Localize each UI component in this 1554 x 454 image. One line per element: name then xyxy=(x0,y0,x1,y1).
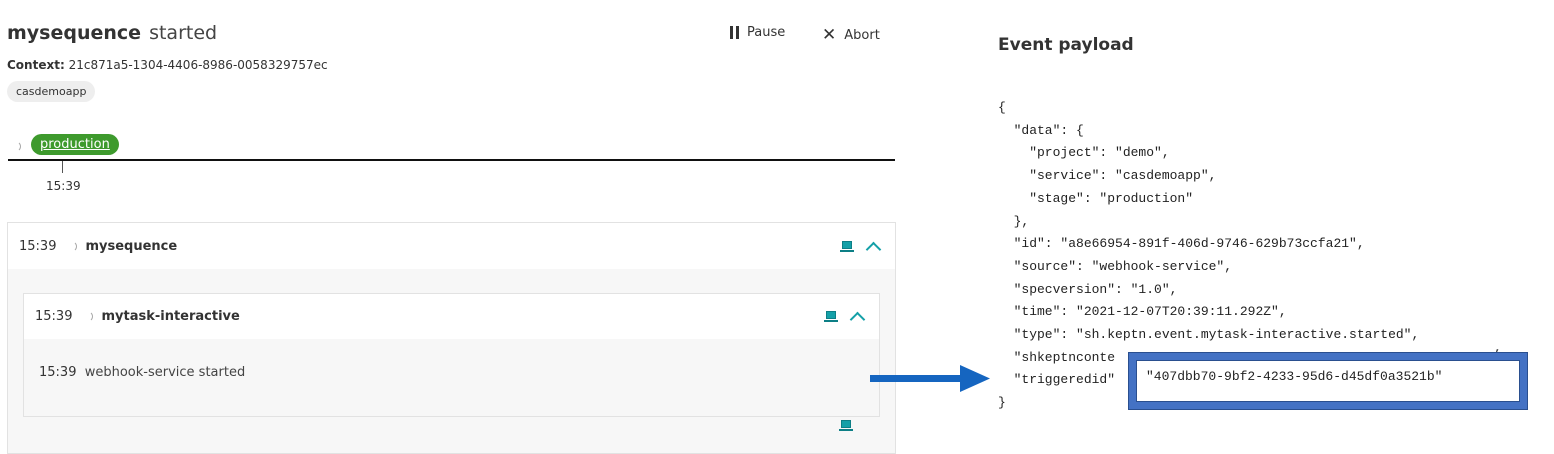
context-label: Context: xyxy=(7,58,65,72)
payload-line: "type": "sh.keptn.event.mytask-interacti… xyxy=(998,327,1420,343)
sequence-state: started xyxy=(149,22,218,44)
arrow-shaft xyxy=(870,375,962,382)
loading-spinner-icon xyxy=(82,311,94,322)
event-text: webhook-service started xyxy=(84,365,246,380)
row-time: 15:39 xyxy=(39,365,77,380)
pause-icon xyxy=(730,26,739,39)
timeline-tick xyxy=(62,161,63,173)
task-row[interactable]: 15:39 mytask-interactive xyxy=(24,294,879,339)
payload-line: "service": "casdemoapp", xyxy=(998,168,1217,184)
row-time: 15:39 xyxy=(35,309,73,324)
pause-button[interactable]: Pause xyxy=(730,25,785,40)
arrow-icon xyxy=(870,365,990,392)
row-time: 15:39 xyxy=(19,238,57,254)
task-card: 15:39 mytask-interactive 15:39 webhook-s… xyxy=(23,293,880,431)
close-icon: ✕ xyxy=(822,25,837,45)
payload-line: "project": "demo", xyxy=(998,145,1170,161)
timeline xyxy=(8,159,895,161)
abort-button[interactable]: ✕ Abort xyxy=(822,25,880,45)
loading-spinner-icon xyxy=(66,240,78,252)
pause-label: Pause xyxy=(747,25,786,40)
abort-label: Abort xyxy=(844,27,880,43)
view-payload-icon[interactable] xyxy=(840,240,854,252)
payload-line: }, xyxy=(998,213,1030,229)
chevron-up-icon[interactable] xyxy=(849,311,866,328)
sequence-title: mysequence started xyxy=(7,22,217,44)
triggeredid-highlight: "407dbb70-9bf2-4233-95d6-d45df0a3521b" xyxy=(1129,353,1527,409)
timeline-time: 15:39 xyxy=(46,179,81,193)
row-name: mysequence xyxy=(85,238,178,254)
payload-line: "specversion": "1.0", xyxy=(998,281,1178,297)
row-name: mytask-interactive xyxy=(101,309,240,324)
loading-spinner-icon xyxy=(10,141,21,152)
event-row: 15:39 webhook-service started xyxy=(39,365,245,380)
payload-line: "data": { xyxy=(998,122,1084,138)
sequence-name: mysequence xyxy=(7,22,142,44)
payload-line: "time": "2021-12-07T20:39:11.292Z", xyxy=(998,304,1287,320)
context: Context: 21c871a5-1304-4406-8986-0058329… xyxy=(7,58,328,72)
arrow-head xyxy=(960,365,990,392)
view-payload-icon[interactable] xyxy=(839,420,853,431)
view-payload-icon[interactable] xyxy=(824,311,838,322)
service-chip: casdemoapp xyxy=(7,81,96,102)
chevron-up-icon[interactable] xyxy=(865,241,882,257)
payload-line: "id": "a8e66954-891f-406d-9746-629b73ccf… xyxy=(998,236,1365,252)
stage-link-production[interactable]: production xyxy=(31,134,119,155)
payload-line: "stage": "production" xyxy=(998,190,1194,206)
payload-line: "source": "webhook-service", xyxy=(998,258,1233,274)
payload-title: Event payload xyxy=(998,35,1134,55)
payload-line: { xyxy=(998,100,1006,115)
sequence-card: 15:39 mysequence 15:39 mytask-interactiv… xyxy=(7,222,896,454)
triggeredid-value: "407dbb70-9bf2-4233-95d6-d45df0a3521b" xyxy=(1146,369,1443,384)
sequence-row[interactable]: 15:39 mysequence xyxy=(8,223,895,269)
context-id: 21c871a5-1304-4406-8986-0058329757ec xyxy=(68,58,328,72)
